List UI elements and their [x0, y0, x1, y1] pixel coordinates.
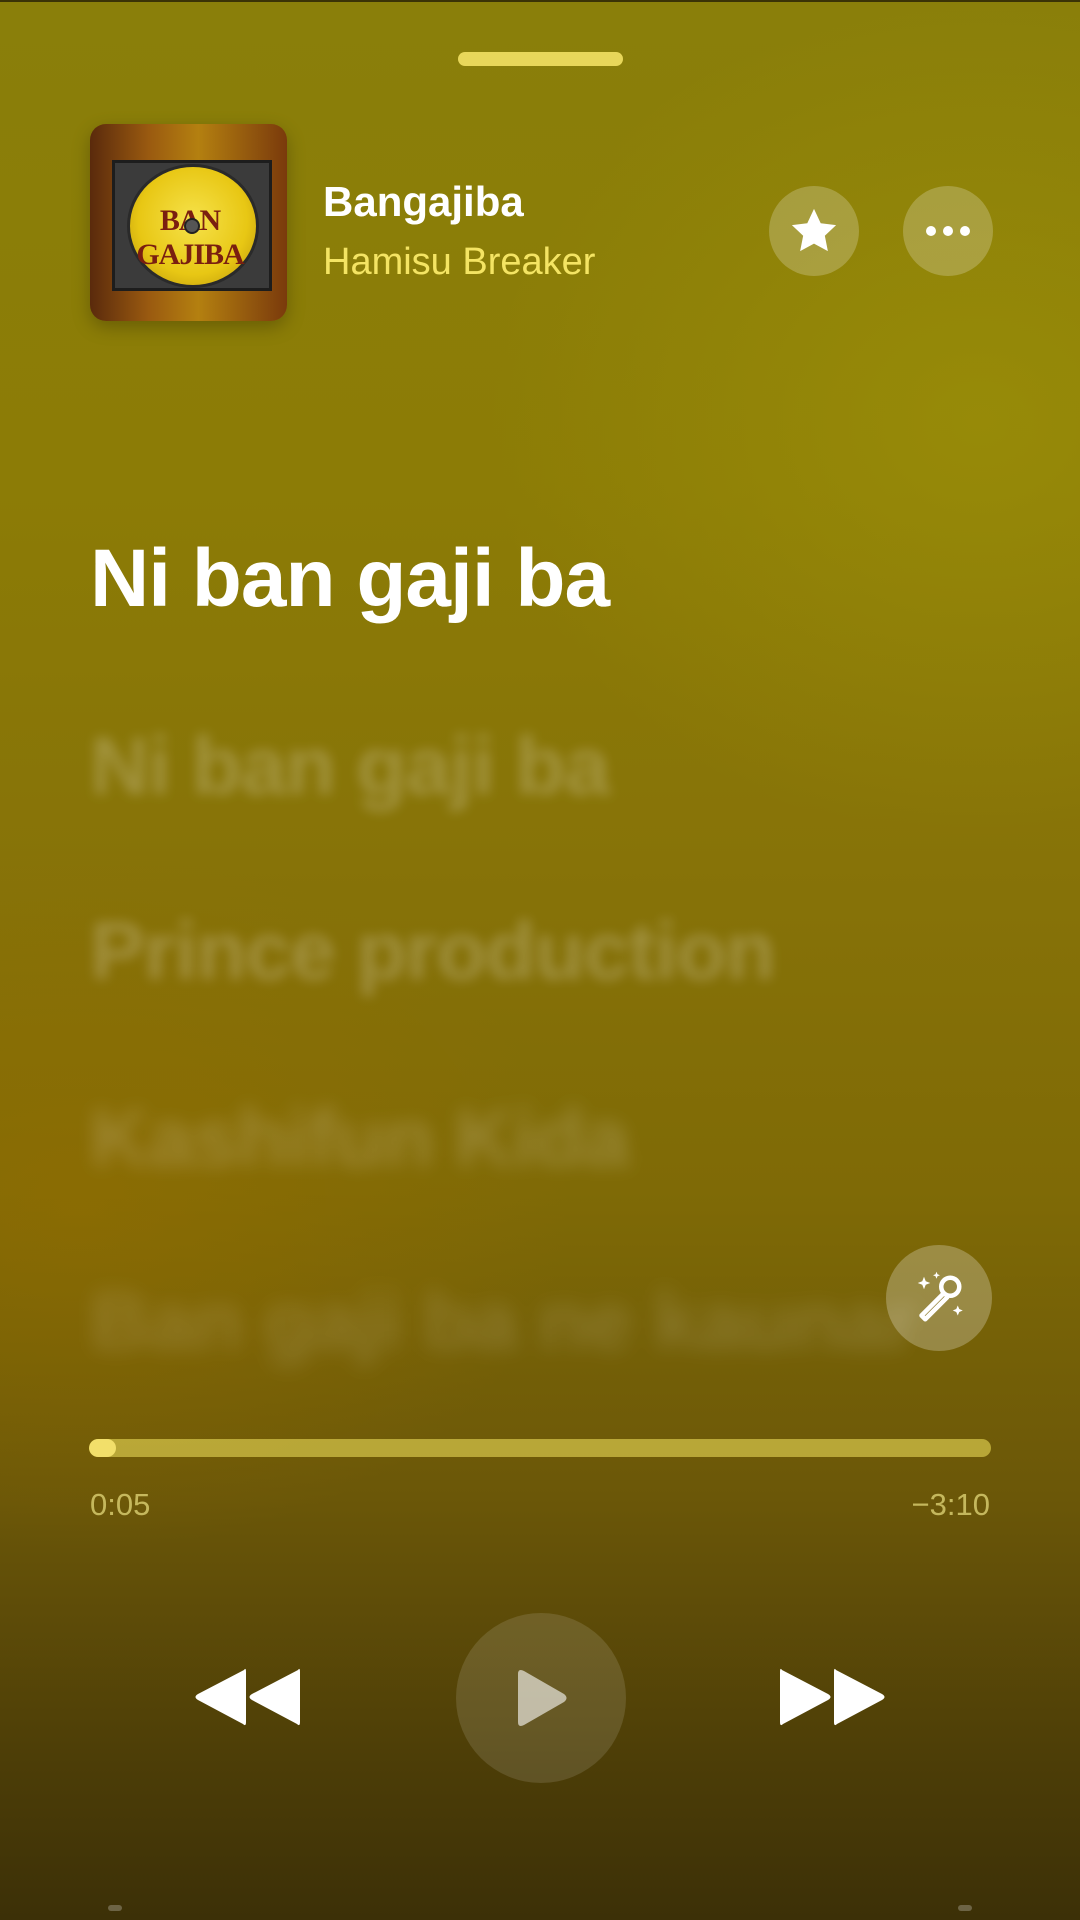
play-pause-button[interactable] [456, 1613, 626, 1783]
rewind-icon [195, 1668, 300, 1726]
microphone-sparkles-icon [917, 1271, 963, 1322]
more-options-button[interactable] [903, 186, 993, 276]
sheet-grabber[interactable] [458, 52, 623, 66]
playback-scrubber[interactable] [89, 1439, 991, 1457]
sing-lyrics-button[interactable] [886, 1245, 992, 1351]
playback-progress-fill [89, 1439, 117, 1457]
remaining-time: −3:10 [911, 1487, 990, 1522]
play-icon [518, 1670, 567, 1726]
song-title[interactable]: Bangajiba [323, 178, 524, 226]
star-icon [791, 208, 837, 252]
next-track-button[interactable] [780, 1664, 892, 1735]
favorite-button[interactable] [769, 186, 859, 276]
lyric-line[interactable]: Prince production [90, 905, 776, 999]
album-artwork[interactable]: BAN GAJIBA [90, 124, 287, 321]
top-edge [0, 0, 1080, 2]
lyric-line[interactable]: Kashifun Kida [90, 1092, 629, 1186]
bottom-hint-right [958, 1905, 972, 1911]
elapsed-time: 0:05 [90, 1487, 151, 1522]
fast-forward-icon [780, 1668, 885, 1726]
bottom-hint-left [108, 1905, 122, 1911]
lyric-line-current[interactable]: Ni ban gaji ba [90, 532, 610, 626]
ellipsis-icon [926, 226, 970, 236]
song-artist[interactable]: Hamisu Breaker [323, 241, 595, 284]
artwork-disc-hole [184, 218, 200, 234]
lyric-line[interactable]: Ni ban gaji ba [90, 720, 610, 814]
artwork-title-text: BAN GAJIBA [136, 204, 244, 271]
previous-track-button[interactable] [188, 1664, 300, 1735]
lyric-line[interactable]: Ban gaji ba ne kaunar [90, 1275, 918, 1369]
